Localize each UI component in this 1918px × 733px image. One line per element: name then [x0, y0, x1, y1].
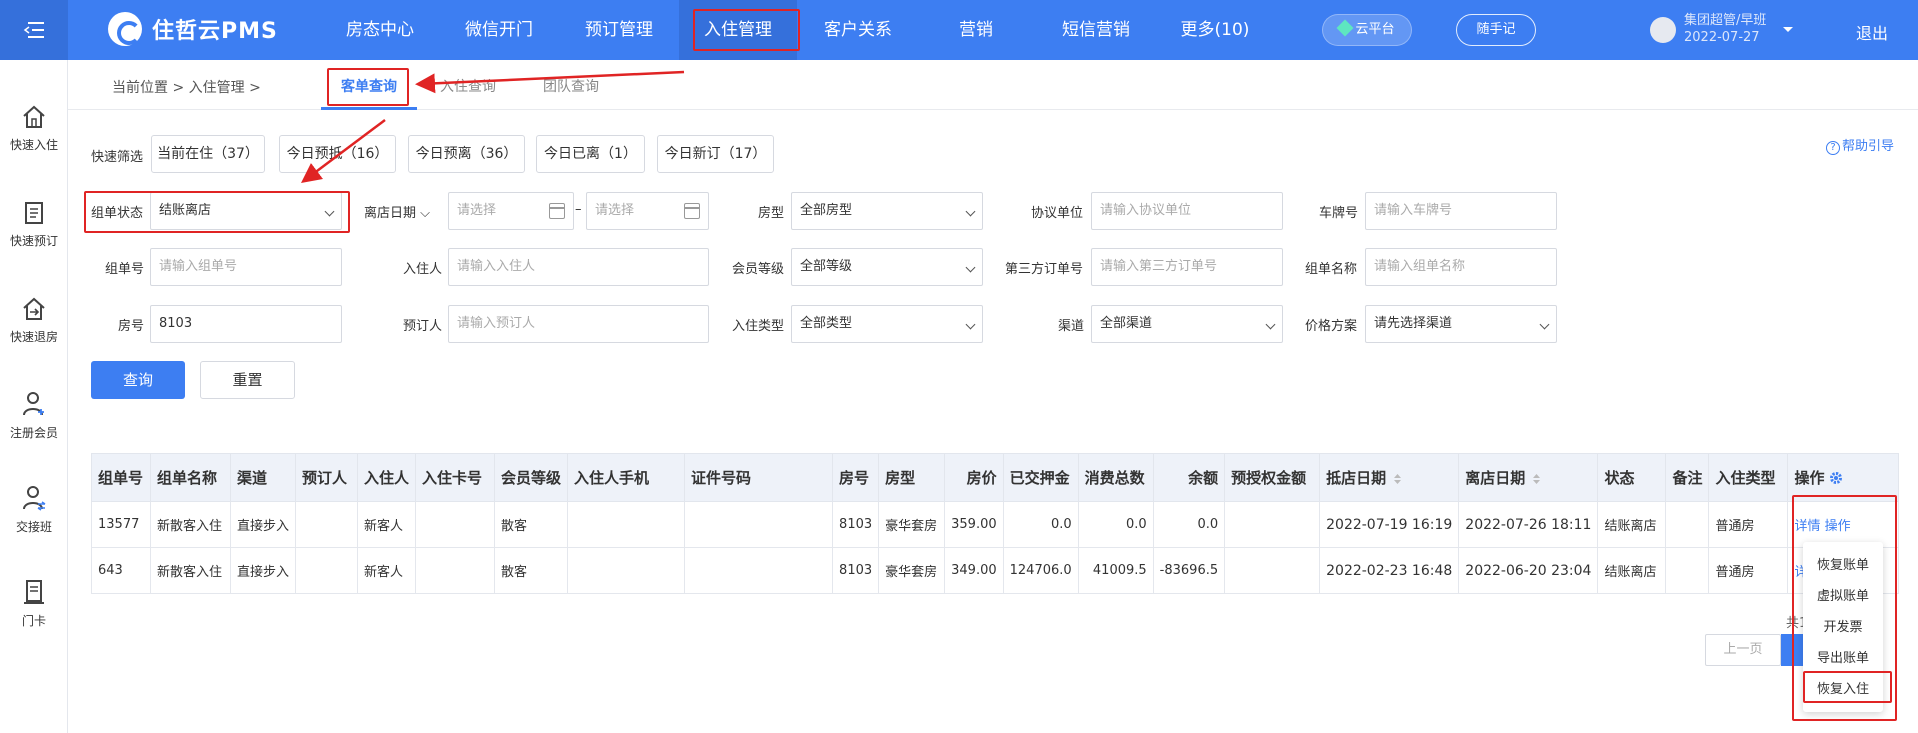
arrow-to-subtab [415, 70, 685, 94]
annotation-arrows [301, 70, 685, 183]
arrow-to-status [301, 119, 386, 183]
